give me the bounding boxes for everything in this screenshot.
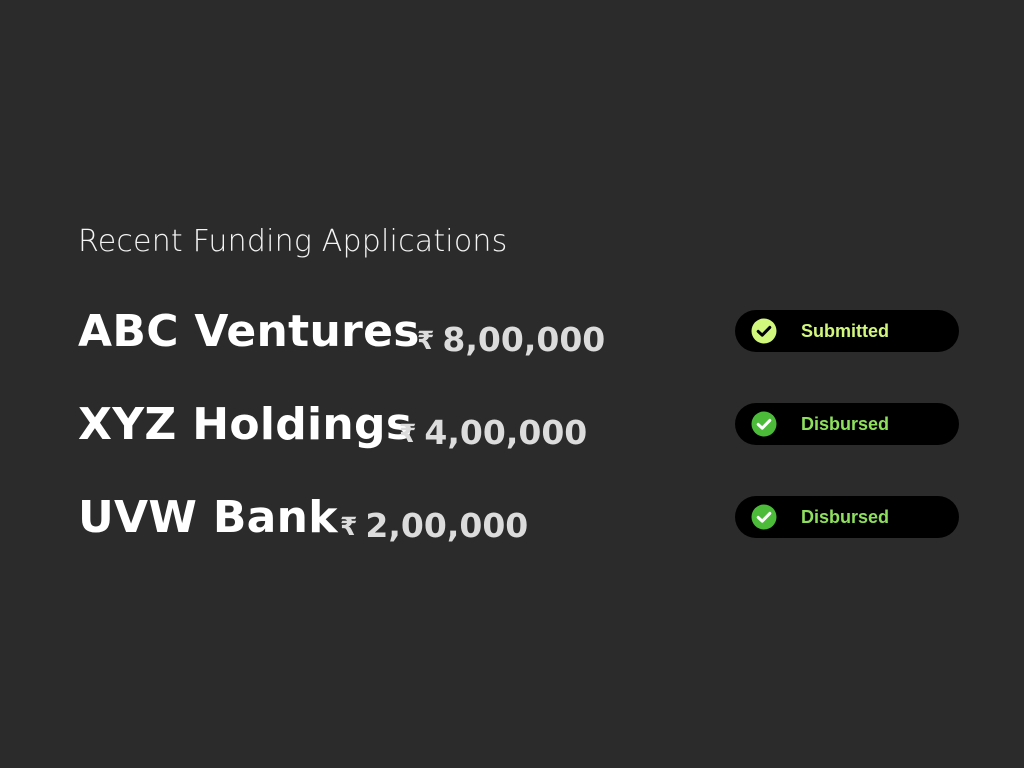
rupee-symbol: ₹ xyxy=(417,326,435,355)
status-label: Disbursed xyxy=(801,414,890,434)
funding-amount: ₹4,00,000 xyxy=(399,411,587,458)
rupee-symbol: ₹ xyxy=(340,512,358,541)
funding-amount: ₹2,00,000 xyxy=(340,504,528,551)
status-label: Disbursed xyxy=(801,507,890,527)
status-badge: Disbursed xyxy=(735,403,959,445)
application-row: ABC Ventures ₹8,00,000 Submitted xyxy=(78,302,959,362)
status-label: Submitted xyxy=(801,321,889,341)
check-circle-icon xyxy=(751,318,777,344)
check-circle-icon xyxy=(751,504,777,530)
funding-applications-page: Recent Funding Applications ABC Ventures… xyxy=(0,0,1024,768)
amount-value: 8,00,000 xyxy=(442,320,606,359)
funding-amount: ₹8,00,000 xyxy=(417,318,605,365)
status-badge: Disbursed xyxy=(735,496,959,538)
rupee-symbol: ₹ xyxy=(399,419,417,448)
section-title: Recent Funding Applications xyxy=(78,224,508,259)
application-row: UVW Bank ₹2,00,000 Disbursed xyxy=(78,488,959,548)
application-row: XYZ Holdings ₹4,00,000 Disbursed xyxy=(78,395,959,455)
amount-value: 4,00,000 xyxy=(424,413,588,452)
company-name: XYZ Holdings xyxy=(78,399,413,450)
check-circle-icon xyxy=(751,411,777,437)
status-badge: Submitted xyxy=(735,310,959,352)
company-name: ABC Ventures xyxy=(78,306,420,357)
company-name: UVW Bank xyxy=(78,492,338,543)
amount-value: 2,00,000 xyxy=(365,506,529,545)
